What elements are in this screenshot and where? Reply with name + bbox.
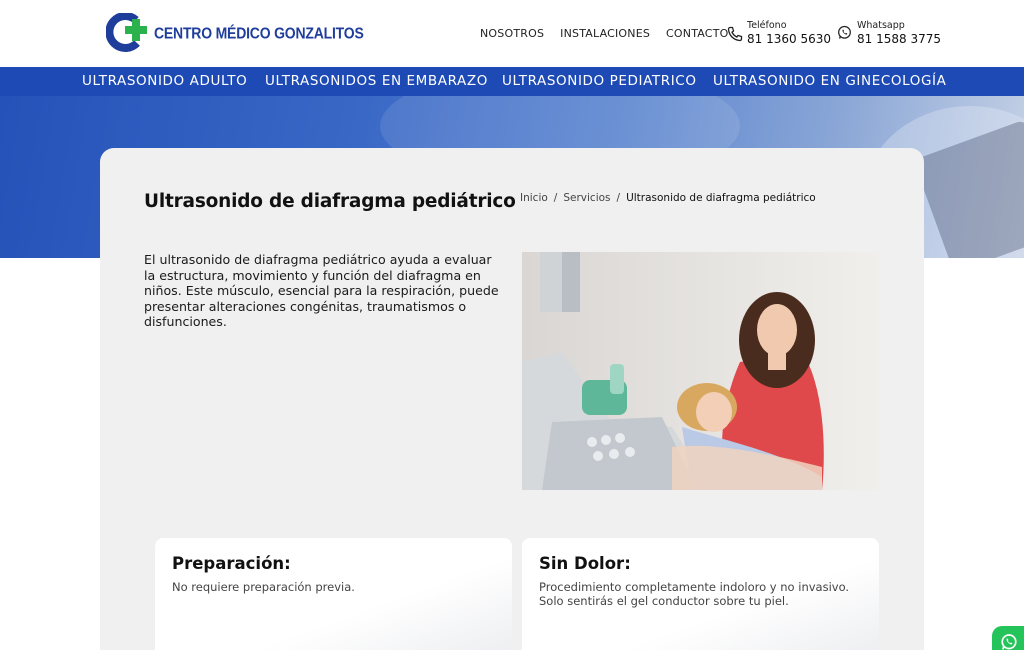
nav-contacto[interactable]: CONTACTO (666, 27, 728, 40)
breadcrumb-separator: / (553, 192, 558, 204)
whatsapp-float-button[interactable] (992, 626, 1024, 650)
breadcrumb: Inicio / Servicios / Ultrasonido de diaf… (520, 192, 816, 204)
phone-label: Teléfono (747, 20, 787, 31)
whatsapp-icon (1000, 633, 1018, 650)
nav-instalaciones[interactable]: INSTALACIONES (560, 27, 650, 40)
breadcrumb-inicio[interactable]: Inicio (520, 192, 548, 204)
brand-name: CENTRO MÉDICO GONZALITOS (154, 24, 364, 42)
phone-icon (727, 26, 743, 42)
breadcrumb-current: Ultrasonido de diafragma pediátrico (626, 192, 816, 204)
content-card: Ultrasonido de diafragma pediátrico Inic… (100, 148, 924, 650)
whatsapp-label: Whatsapp (857, 20, 905, 31)
ultrasound-photo (522, 252, 880, 490)
intro-paragraph: El ultrasonido de diafragma pediátrico a… (144, 252, 499, 329)
services-nav: ULTRASONIDO ADULTO ULTRASONIDOS EN EMBAR… (0, 67, 1024, 96)
info-card-sin-dolor: Sin Dolor: Procedimiento completamente i… (522, 538, 879, 650)
breadcrumb-servicios[interactable]: Servicios (563, 192, 610, 204)
whatsapp-icon (837, 25, 853, 41)
whatsapp-number: 81 1588 3775 (857, 32, 941, 46)
service-ultrasonido-adulto[interactable]: ULTRASONIDO ADULTO (82, 73, 247, 89)
nav-nosotros[interactable]: NOSOTROS (480, 27, 544, 40)
main-nav: NOSOTROS INSTALACIONES CONTACTO (480, 27, 744, 40)
logo-mark-icon (105, 12, 150, 53)
brand-logo[interactable]: CENTRO MÉDICO GONZALITOS (105, 12, 364, 53)
whatsapp-contact[interactable]: Whatsapp 81 1588 3775 (837, 20, 941, 46)
info-card-text: No requiere preparación previa. (172, 580, 355, 594)
info-card-title: Preparación: (172, 554, 291, 573)
service-ultrasonidos-embarazo[interactable]: ULTRASONIDOS EN EMBARAZO (265, 73, 488, 89)
phone-contact[interactable]: Teléfono 81 1360 5630 (727, 20, 831, 46)
service-ultrasonido-pediatrico[interactable]: ULTRASONIDO PEDIATRICO (502, 73, 697, 89)
site-header: CENTRO MÉDICO GONZALITOS NOSOTROS INSTAL… (0, 0, 1024, 67)
phone-number: 81 1360 5630 (747, 32, 831, 46)
info-card-preparacion: Preparación: No requiere preparación pre… (155, 538, 512, 650)
breadcrumb-separator: / (616, 192, 621, 204)
page-title: Ultrasonido de diafragma pediátrico (144, 191, 516, 212)
info-card-text: Procedimiento completamente indoloro y n… (539, 580, 850, 608)
info-card-title: Sin Dolor: (539, 554, 631, 573)
service-ultrasonido-ginecologia[interactable]: ULTRASONIDO EN GINECOLOGÍA (713, 73, 946, 89)
